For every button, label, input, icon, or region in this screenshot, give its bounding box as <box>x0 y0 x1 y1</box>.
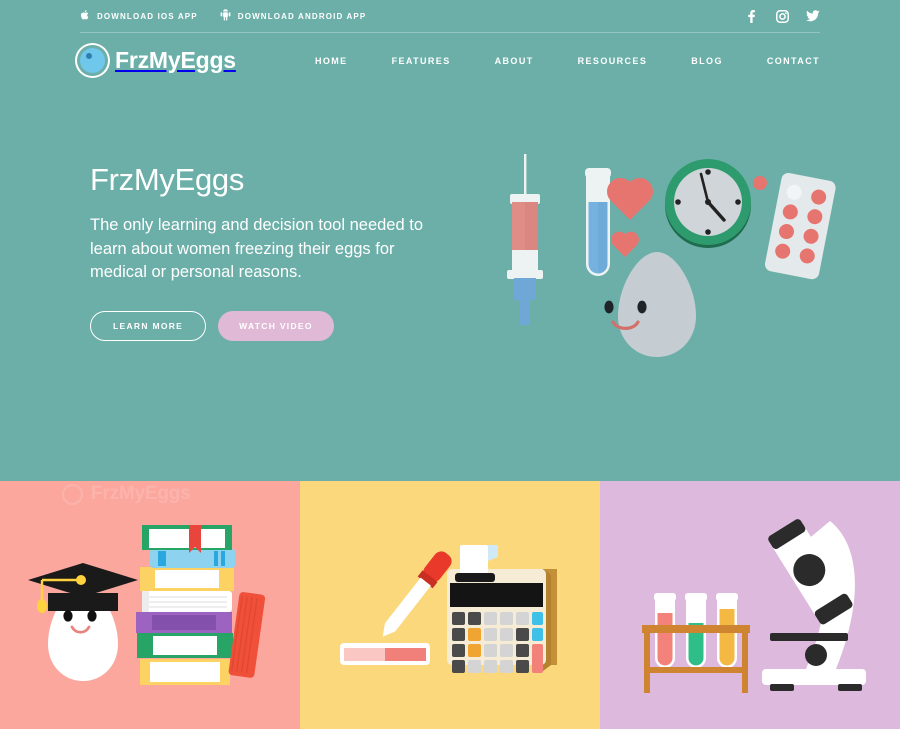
science-panel[interactable] <box>600 481 900 729</box>
nav-item-blog[interactable]: BLOG <box>669 56 745 66</box>
instagram-icon[interactable] <box>775 9 789 23</box>
pipette-dropper-icon <box>382 551 452 637</box>
graduation-cap-icon <box>28 563 138 613</box>
graduation-cap-egg-character <box>28 563 138 681</box>
main-navigation-bar: FrzMyEggs HOME FEATURES ABOUT RESOURCES … <box>80 33 820 88</box>
twitter-icon[interactable] <box>806 9 820 23</box>
cost-panel[interactable] <box>300 481 600 729</box>
top-utility-bar: DOWNLOAD IOS APP DOWNLOAD ANDROID APP <box>80 0 820 33</box>
education-panel[interactable]: FrzMyEggs <box>0 481 300 729</box>
microscope-icon <box>762 519 866 691</box>
clock-icon <box>665 159 751 248</box>
hero-copy: FrzMyEggs The only learning and decision… <box>90 162 470 342</box>
hero-subtitle: The only learning and decision tool need… <box>90 216 423 281</box>
nav-item-contact[interactable]: CONTACT <box>745 56 820 66</box>
book-stack-icon <box>136 525 266 685</box>
nav-item-home[interactable]: HOME <box>293 56 370 66</box>
nav-item-resources[interactable]: RESOURCES <box>556 56 670 66</box>
nav-menu: HOME FEATURES ABOUT RESOURCES BLOG CONTA… <box>293 56 820 66</box>
egg-circle-logo-icon <box>80 48 105 73</box>
pill-blister-pack-icon <box>764 172 836 280</box>
hero-buttons: LEARN MORE WATCH VIDEO <box>90 311 470 342</box>
download-android-label: DOWNLOAD ANDROID APP <box>237 11 367 21</box>
facebook-icon[interactable] <box>744 9 758 23</box>
syringe-icon <box>507 154 543 325</box>
hero-illustration <box>470 150 870 400</box>
brand-name: FrzMyEggs <box>115 47 236 73</box>
nav-item-about[interactable]: ABOUT <box>473 56 556 66</box>
social-links <box>744 9 820 23</box>
android-icon <box>220 9 231 23</box>
nav-item-features[interactable]: FEATURES <box>370 56 473 66</box>
brand-logo[interactable]: FrzMyEggs <box>80 47 236 74</box>
download-ios-link[interactable]: DOWNLOAD IOS APP <box>80 9 198 23</box>
heart-large-icon <box>607 178 653 220</box>
microscope-slide-icon <box>340 643 430 665</box>
smiling-egg-character <box>604 252 696 357</box>
learn-more-button[interactable]: LEARN MORE <box>90 311 207 342</box>
feature-panels: FrzMyEggs <box>0 481 900 729</box>
hero-title: FrzMyEggs <box>90 162 245 197</box>
test-tube-rack-icon <box>642 593 750 693</box>
download-links: DOWNLOAD IOS APP DOWNLOAD ANDROID APP <box>80 9 366 23</box>
watch-video-button[interactable]: WATCH VIDEO <box>218 311 334 342</box>
landing-page: DOWNLOAD IOS APP DOWNLOAD ANDROID APP Fr… <box>0 0 900 729</box>
loose-pill-icon <box>753 176 767 190</box>
test-tube-icon <box>585 168 611 276</box>
heart-small-icon <box>611 231 639 257</box>
download-ios-label: DOWNLOAD IOS APP <box>97 11 198 21</box>
apple-icon <box>80 9 90 23</box>
download-android-link[interactable]: DOWNLOAD ANDROID APP <box>220 9 367 23</box>
cash-register-icon <box>447 545 557 673</box>
hero-section: DOWNLOAD IOS APP DOWNLOAD ANDROID APP Fr… <box>0 0 900 481</box>
